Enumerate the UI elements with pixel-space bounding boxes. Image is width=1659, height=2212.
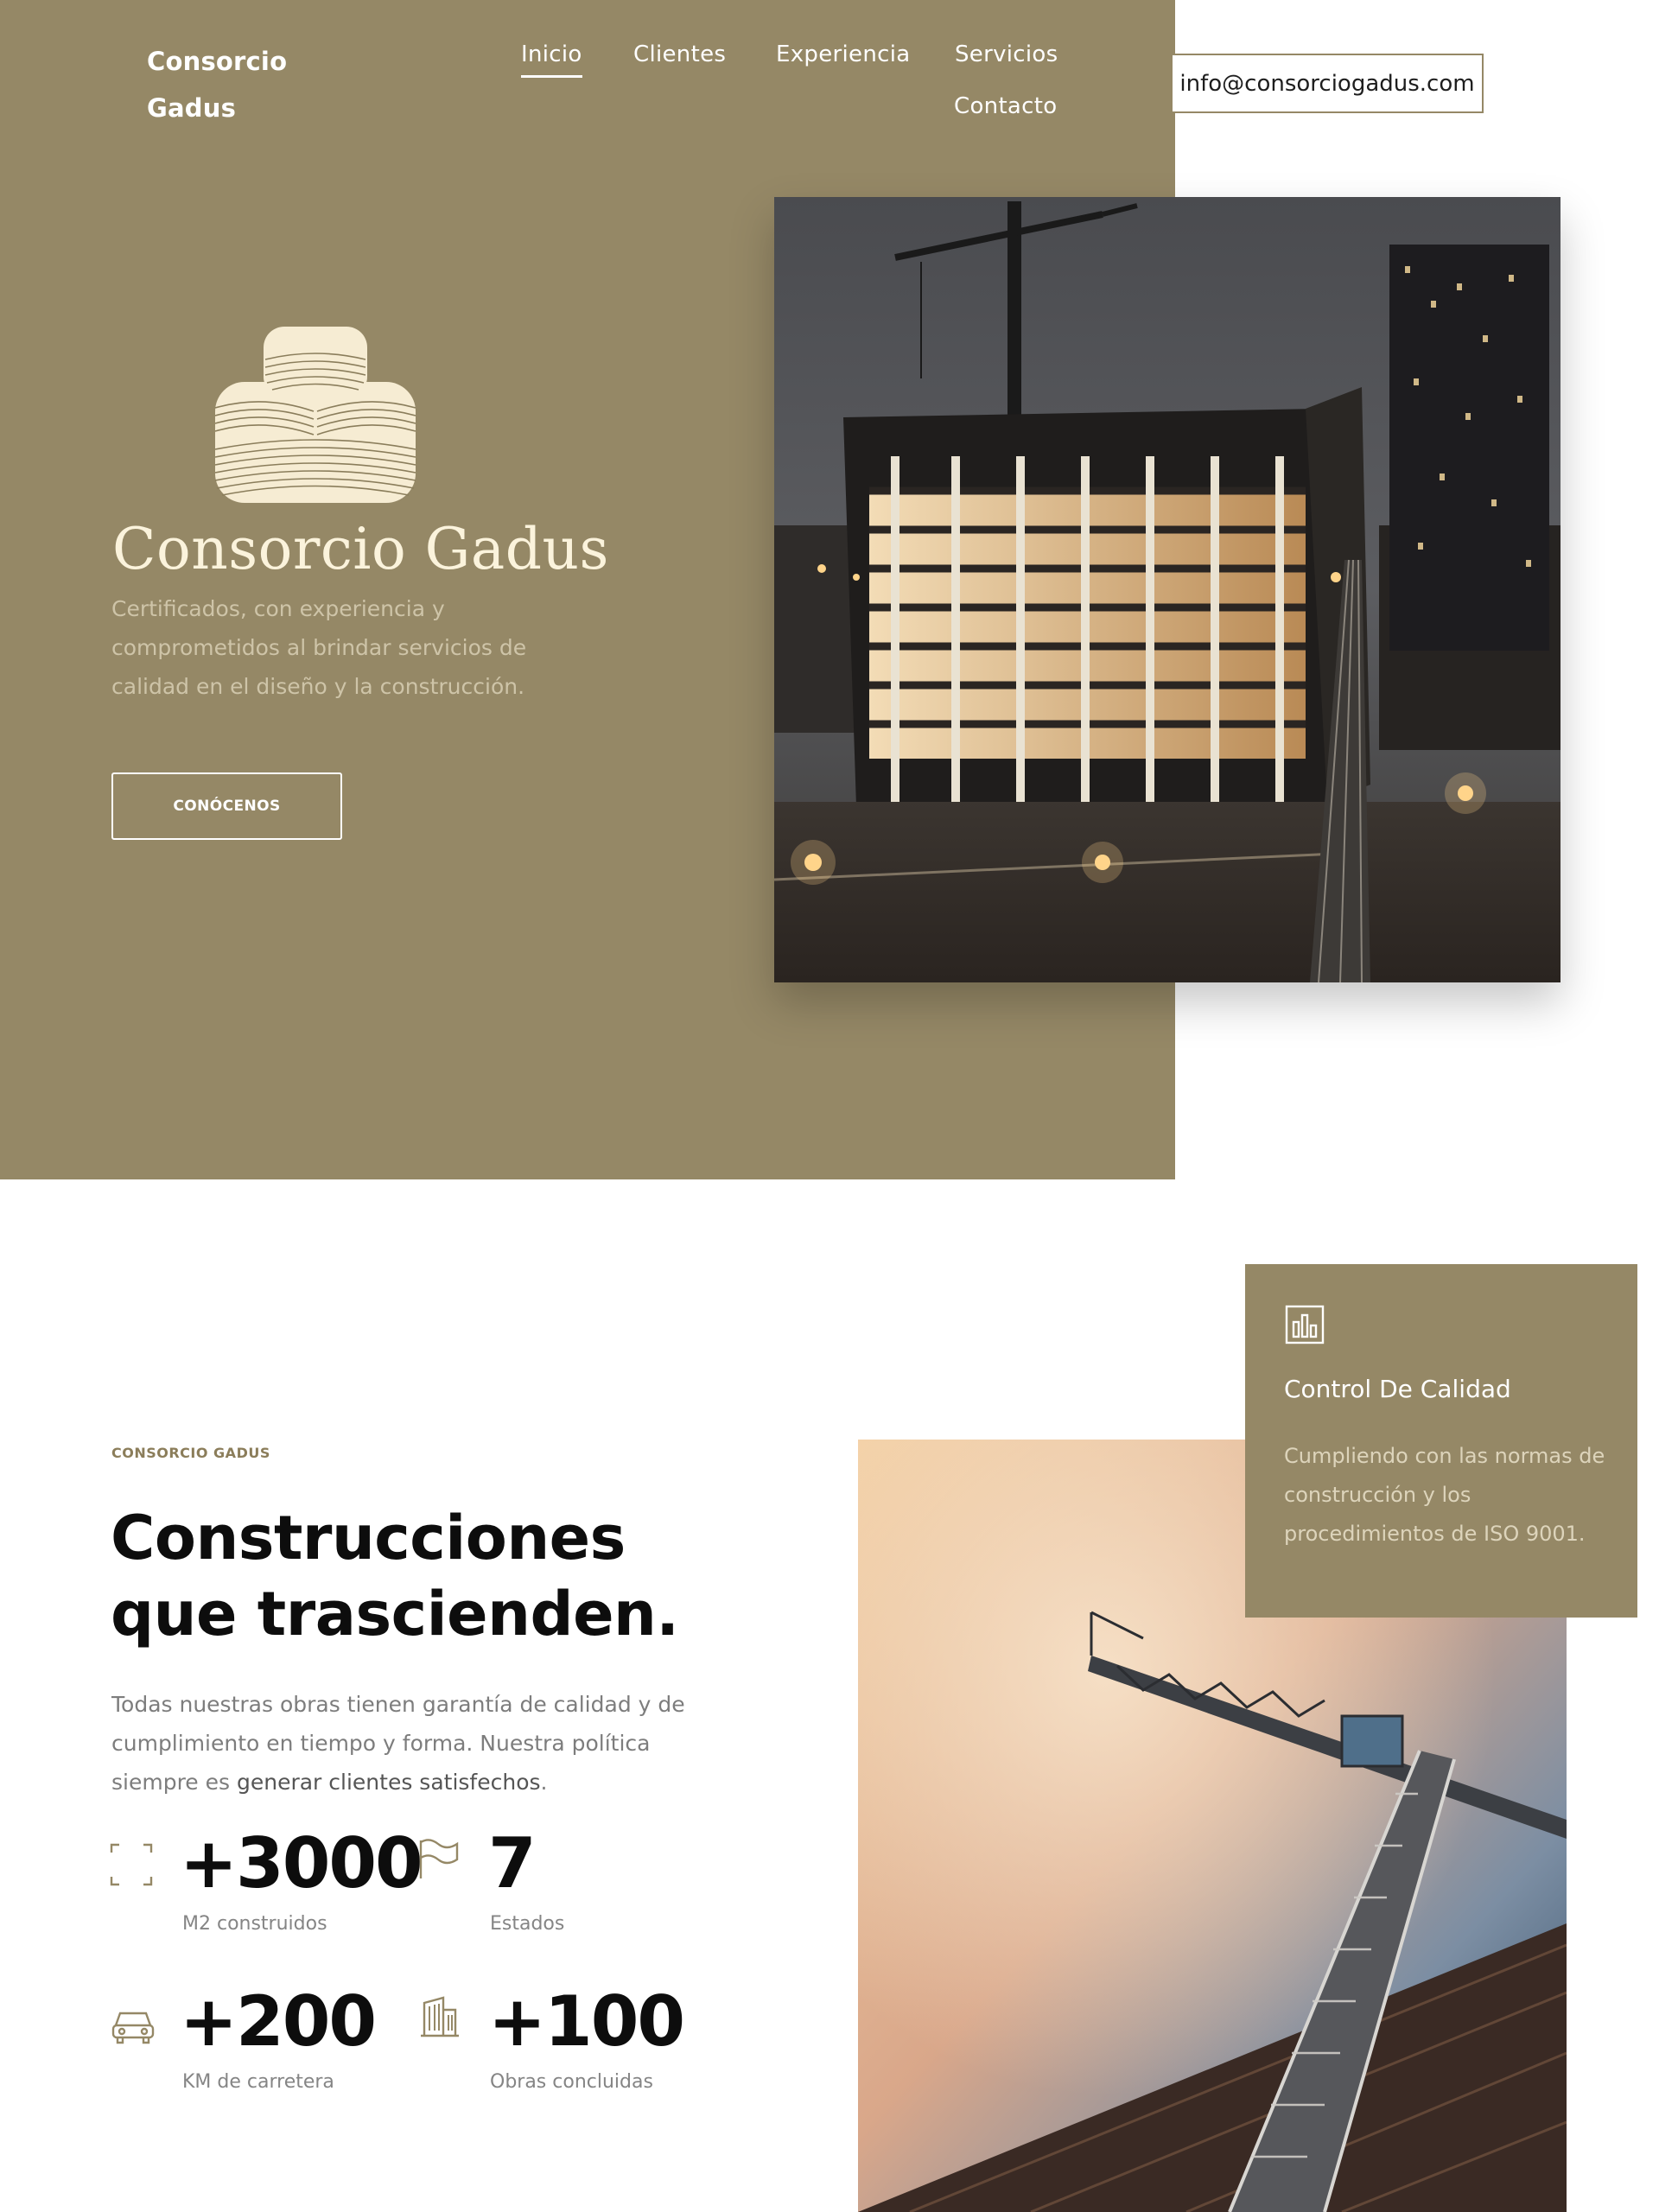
stat-label: Obras concluidas <box>490 2071 653 2093</box>
section-description: Todas nuestras obras tienen garantía de … <box>111 1685 708 1802</box>
section-title: Construcciones que trascienden. <box>111 1503 679 1649</box>
brand-logo-text[interactable]: Consorcio Gadus <box>147 38 337 131</box>
brand-line-1: Consorcio <box>147 47 288 76</box>
nav-link-contacto[interactable]: Contacto <box>954 93 1057 119</box>
nav-link-clientes[interactable]: Clientes <box>633 41 726 67</box>
stat-value: +3000 <box>180 1823 423 1904</box>
description-end: . <box>540 1770 548 1795</box>
hero-description: Certificados, con experiencia y comprome… <box>111 596 527 699</box>
stat-value: +100 <box>488 1981 685 2062</box>
flag-icon <box>417 1837 462 1882</box>
bar-chart-icon <box>1285 1305 1325 1344</box>
stacked-layers-logo-icon <box>212 321 419 507</box>
email-contact-button[interactable]: info@consorciogadus.com <box>1171 54 1484 113</box>
car-icon <box>111 2001 156 2046</box>
stat-label: Estados <box>490 1913 565 1935</box>
building-icon <box>417 1994 462 2039</box>
stat-label: KM de carretera <box>182 2071 334 2093</box>
conocenos-button[interactable]: CONÓCENOS <box>111 772 342 840</box>
description-highlight: generar clientes satisfechos <box>236 1770 541 1795</box>
quality-card-title: Control De Calidad <box>1284 1375 1511 1403</box>
quality-control-card: Control De Calidad Cumpliendo con las no… <box>1245 1264 1637 1618</box>
stat-value: 7 <box>488 1823 537 1904</box>
nav-link-experiencia[interactable]: Experiencia <box>776 41 910 67</box>
nav-link-servicios[interactable]: Servicios <box>955 41 1058 67</box>
expand-icon <box>109 1842 154 1887</box>
stat-label: M2 construidos <box>182 1913 327 1935</box>
brand-line-2: Gadus <box>147 93 237 123</box>
section-eyebrow: CONSORCIO GADUS <box>111 1445 270 1461</box>
nav-link-inicio[interactable]: Inicio <box>521 41 582 78</box>
night-construction-site-photo <box>774 197 1560 982</box>
hero-title: Consorcio Gadus <box>112 516 609 582</box>
stat-value: +200 <box>180 1981 377 2062</box>
quality-card-text: Cumpliendo con las normas de construcció… <box>1284 1444 1605 1546</box>
